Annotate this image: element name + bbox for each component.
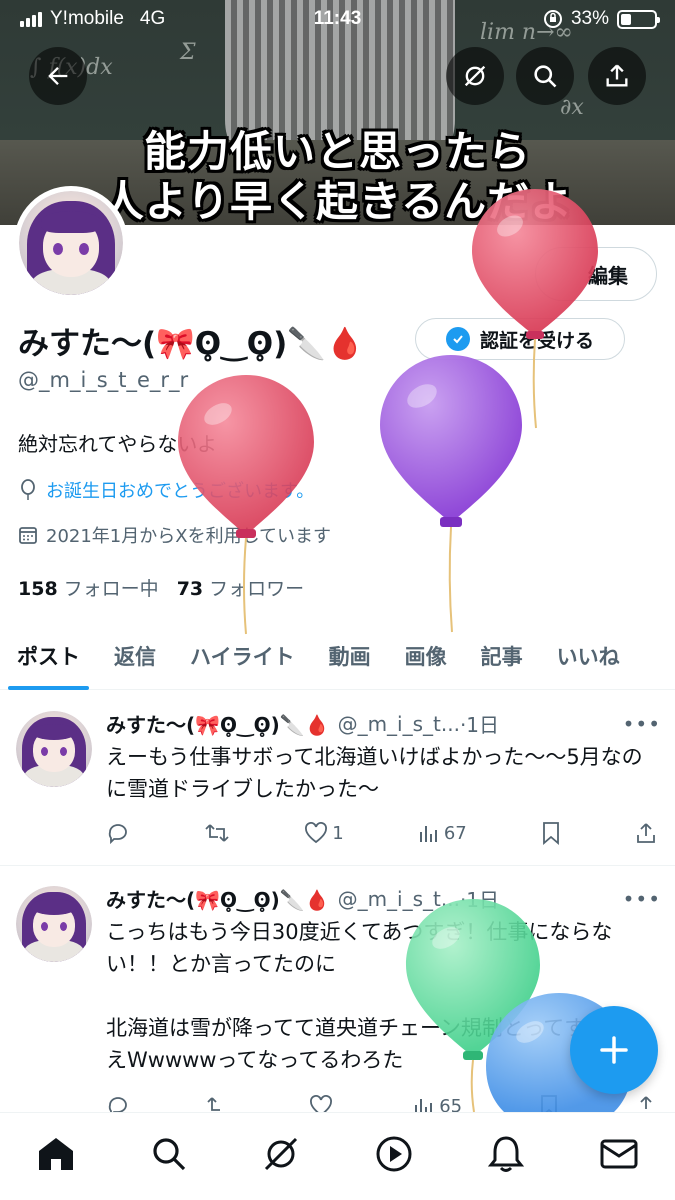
retweet-icon [205, 824, 229, 842]
tweet-actions: 1 67 [106, 821, 657, 845]
reply-icon [108, 824, 127, 845]
tab-replies[interactable]: 返信 [97, 622, 173, 690]
search-button[interactable] [516, 47, 574, 105]
tab-posts[interactable]: ポスト [0, 622, 97, 690]
battery-icon [617, 9, 660, 29]
nav-search[interactable] [139, 1124, 199, 1184]
bottom-navigation [0, 1112, 675, 1200]
tweet-author-name[interactable]: みすた〜(🎀ʘ̥‿ʘ̥)🔪🩸 [106, 884, 330, 913]
display-name: みすた〜(🎀ʘ̥‿ʘ̥)🔪🩸 [18, 326, 365, 362]
nav-grok[interactable] [251, 1124, 311, 1184]
share-icon [606, 64, 628, 87]
share-button[interactable] [588, 47, 646, 105]
nav-notifications[interactable] [476, 1124, 536, 1184]
chalk-scribble: Σ [180, 40, 196, 65]
orientation-lock-icon [543, 10, 562, 28]
bookmark-button[interactable] [541, 821, 561, 845]
grok-icon [464, 65, 486, 87]
more-icon[interactable]: ••• [623, 712, 661, 736]
share-tweet-button[interactable] [635, 821, 657, 845]
nav-video[interactable] [364, 1124, 424, 1184]
tweet-avatar[interactable] [16, 886, 92, 962]
following-link[interactable]: 158 フォロー中 [18, 574, 159, 601]
tweet-time[interactable]: ·1日 [460, 709, 499, 738]
calendar-icon [19, 527, 37, 544]
balloon-purple [380, 355, 522, 633]
tweet-avatar[interactable] [16, 711, 92, 787]
nav-messages[interactable] [589, 1124, 649, 1184]
plus-icon [600, 1036, 628, 1064]
balloon-red-left [178, 375, 314, 635]
share-icon [637, 823, 655, 843]
bell-icon [488, 1135, 525, 1172]
chalk-scribble: ∂x [560, 95, 584, 120]
tweet-text: えーもう仕事サボって北海道いけばよかった〜〜5月なのに雪道ドライブしたかった〜 [106, 745, 643, 801]
home-icon [39, 1137, 74, 1170]
more-icon[interactable]: ••• [623, 887, 661, 911]
reply-button[interactable] [106, 821, 130, 845]
play-icon [376, 1136, 412, 1171]
view-count: 67 [443, 822, 467, 844]
following-label: フォロー中 [63, 578, 159, 600]
profile-avatar[interactable] [14, 186, 128, 300]
battery-percent: 33% [570, 8, 609, 29]
tab-videos[interactable]: 動画 [312, 622, 388, 690]
back-arrow-icon [48, 67, 68, 85]
balloon-icon [21, 479, 35, 500]
tweet-author-handle[interactable]: @_m_i_s_t... [338, 712, 460, 736]
tweet[interactable]: みすた〜(🎀ʘ̥‿ʘ̥)🔪🩸 @_m_i_s_t... ·1日 ••• えーもう… [0, 691, 675, 866]
retweet-button[interactable] [204, 821, 230, 845]
nav-home[interactable] [26, 1124, 86, 1184]
tweet-author-name[interactable]: みすた〜(🎀ʘ̥‿ʘ̥)🔪🩸 [106, 709, 330, 738]
avatar-image [19, 191, 123, 295]
verified-badge-icon [445, 327, 470, 351]
search-icon [153, 1137, 185, 1170]
tweet-header: みすた〜(🎀ʘ̥‿ʘ̥)🔪🩸 @_m_i_s_t... ·1日 ••• [106, 709, 661, 738]
views-icon [419, 826, 437, 842]
tweet-header: みすた〜(🎀ʘ̥‿ʘ̥)🔪🩸 @_m_i_s_t... ·1日 ••• [106, 884, 661, 913]
like-icon [305, 822, 328, 844]
profile-handle: @_m_i_s_t_e_r_r [18, 368, 189, 392]
following-count: 158 [18, 578, 58, 600]
profile-tabs: ポスト 返信 ハイライト 動画 画像 記事 いいね [0, 622, 675, 690]
like-button[interactable]: 1 [304, 822, 344, 844]
mail-icon [600, 1139, 638, 1168]
status-bar: Y!mobile 4G 11:43 33% [0, 0, 675, 40]
tab-likes[interactable]: いいね [540, 622, 637, 690]
compose-button[interactable] [570, 1006, 658, 1094]
back-button[interactable] [29, 47, 87, 105]
like-count: 1 [332, 822, 344, 844]
grok-button[interactable] [446, 47, 504, 105]
grok-icon [265, 1137, 298, 1170]
search-icon [534, 65, 557, 88]
views-button[interactable]: 67 [418, 822, 467, 844]
bookmark-icon [542, 822, 559, 845]
